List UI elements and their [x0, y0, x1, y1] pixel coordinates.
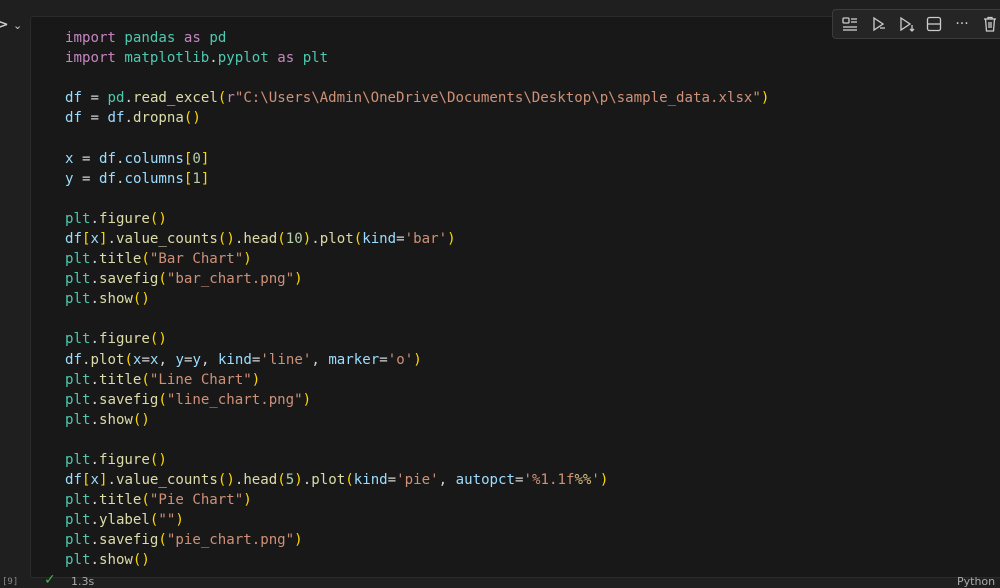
split-cell-icon[interactable]: [923, 13, 945, 35]
cell-toolbar: ···: [832, 9, 1000, 39]
run-cell-gutter-icon[interactable]: >: [0, 14, 9, 35]
delete-icon[interactable]: [979, 13, 1000, 35]
code-line[interactable]: df.plot(x=x, y=y, kind='line', marker='o…: [65, 350, 769, 370]
code-line[interactable]: plt.title("Pie Chart"): [65, 490, 769, 510]
code-line[interactable]: plt.show(): [65, 289, 769, 309]
code-line[interactable]: plt.figure(): [65, 450, 769, 470]
code-line[interactable]: plt.savefig("line_chart.png"): [65, 390, 769, 410]
code-line[interactable]: plt.title("Bar Chart"): [65, 249, 769, 269]
code-line[interactable]: plt.ylabel(""): [65, 510, 769, 530]
execute-above-icon[interactable]: [839, 13, 861, 35]
chevron-down-icon[interactable]: ⌄: [13, 19, 22, 32]
code-line[interactable]: [65, 128, 769, 148]
code-line[interactable]: [65, 189, 769, 209]
run-cell-icon[interactable]: [867, 13, 889, 35]
more-icon[interactable]: ···: [951, 13, 973, 35]
code-line[interactable]: df[x].value_counts().head(5).plot(kind='…: [65, 470, 769, 490]
code-line[interactable]: df = df.dropna(): [65, 108, 769, 128]
code-line[interactable]: plt.figure(): [65, 209, 769, 229]
code-line[interactable]: plt.show(): [65, 410, 769, 430]
code-line[interactable]: import matplotlib.pyplot as plt: [65, 48, 769, 68]
code-line[interactable]: plt.savefig("bar_chart.png"): [65, 269, 769, 289]
code-line[interactable]: df = pd.read_excel(r"C:\Users\Admin\OneD…: [65, 88, 769, 108]
code-line[interactable]: [65, 309, 769, 329]
execution-count: [9]: [2, 577, 19, 587]
success-check-icon: ✓: [44, 572, 56, 588]
code-line[interactable]: plt.show(): [65, 550, 769, 570]
run-below-icon[interactable]: [895, 13, 917, 35]
code-line[interactable]: x = df.columns[0]: [65, 149, 769, 169]
code-line[interactable]: plt.title("Line Chart"): [65, 370, 769, 390]
code-line[interactable]: df[x].value_counts().head(10).plot(kind=…: [65, 229, 769, 249]
code-line[interactable]: plt.figure(): [65, 329, 769, 349]
code-line[interactable]: import pandas as pd: [65, 28, 769, 48]
kernel-language[interactable]: Python: [957, 575, 995, 588]
code-line[interactable]: [65, 430, 769, 450]
code-cell[interactable]: import pandas as pd import matplotlib.pyp…: [30, 9, 1000, 578]
code-line[interactable]: y = df.columns[1]: [65, 169, 769, 189]
code-line[interactable]: [65, 68, 769, 88]
code-line[interactable]: plt.savefig("pie_chart.png"): [65, 530, 769, 550]
execution-duration: 1.3s: [71, 575, 95, 588]
code-editor[interactable]: import pandas as pd import matplotlib.pyp…: [65, 28, 769, 571]
